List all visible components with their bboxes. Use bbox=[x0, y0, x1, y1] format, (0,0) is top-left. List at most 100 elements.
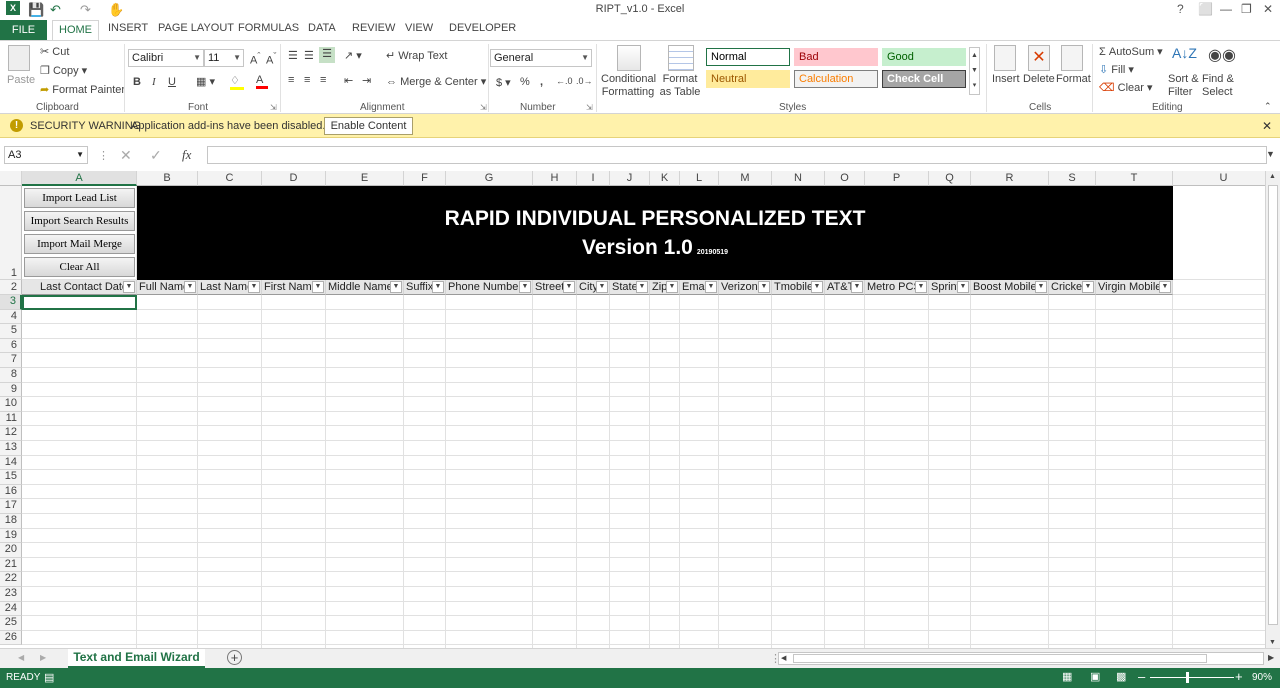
format-as-table-icon[interactable] bbox=[668, 45, 694, 71]
import-mail-merge-button[interactable]: Import Mail Merge bbox=[24, 234, 135, 254]
increase-decimal-icon[interactable]: ←.0 bbox=[556, 76, 573, 86]
font-size-select[interactable]: 11 ▼ bbox=[204, 49, 244, 67]
fill-button[interactable]: ⇩ Fill ▾ bbox=[1099, 63, 1134, 76]
filter-dropdown-icon[interactable]: ▼ bbox=[957, 281, 969, 293]
decrease-indent-icon[interactable]: ⇤ bbox=[344, 74, 353, 87]
help-icon[interactable]: ? bbox=[1177, 2, 1184, 16]
filter-dropdown-icon[interactable]: ▼ bbox=[666, 281, 678, 293]
table-header-cell[interactable]: Middle Name ▼ bbox=[326, 280, 404, 295]
scroll-left-icon[interactable]: ◀ bbox=[781, 654, 786, 662]
insert-cells-icon[interactable] bbox=[994, 45, 1016, 71]
sort-filter-icon[interactable]: A↓Z bbox=[1172, 45, 1197, 61]
confirm-entry-icon[interactable]: ✓ bbox=[150, 147, 162, 164]
filter-dropdown-icon[interactable]: ▼ bbox=[312, 281, 324, 293]
row-header-10[interactable]: 10 bbox=[0, 397, 22, 412]
clear-all-button[interactable]: Clear All bbox=[24, 257, 135, 277]
column-header-n[interactable]: N bbox=[772, 171, 825, 186]
table-header-cell[interactable]: Phone Number ▼ bbox=[446, 280, 533, 295]
format-painter-button[interactable]: ➦ Format Painter bbox=[40, 83, 125, 96]
table-header-cell[interactable]: Email ▼ bbox=[680, 280, 719, 295]
page-break-view-icon[interactable]: ▩ bbox=[1116, 670, 1126, 683]
italic-button[interactable]: I bbox=[152, 76, 156, 88]
scroll-right-icon[interactable]: ▶ bbox=[1268, 653, 1274, 662]
decrease-decimal-icon[interactable]: .0→ bbox=[576, 76, 593, 86]
tab-view[interactable]: VIEW bbox=[399, 22, 439, 34]
prev-sheet-icon[interactable]: ◀ bbox=[18, 653, 24, 662]
row-header-1[interactable]: 1 bbox=[0, 186, 22, 280]
row-header-20[interactable]: 20 bbox=[0, 543, 22, 558]
column-header-e[interactable]: E bbox=[326, 171, 404, 186]
table-header-cell[interactable]: Full Name ▼ bbox=[137, 280, 198, 295]
align-center-icon[interactable]: ≡ bbox=[304, 74, 310, 86]
autosum-button[interactable]: Σ AutoSum ▾ bbox=[1099, 45, 1163, 58]
wrap-text-button[interactable]: ↵ Wrap Text bbox=[386, 49, 447, 62]
row-header-24[interactable]: 24 bbox=[0, 601, 22, 617]
tab-data[interactable]: DATA bbox=[302, 22, 342, 34]
style-normal[interactable]: Normal bbox=[706, 48, 790, 66]
insert-function-icon[interactable]: fx bbox=[182, 147, 191, 163]
row-header-18[interactable]: 18 bbox=[0, 514, 22, 529]
macro-record-icon[interactable]: ▤ bbox=[44, 671, 54, 684]
column-header-g[interactable]: G bbox=[446, 171, 533, 186]
column-header-k[interactable]: K bbox=[650, 171, 680, 186]
column-header-t[interactable]: T bbox=[1096, 171, 1173, 186]
conditional-formatting-icon[interactable] bbox=[617, 45, 641, 71]
ribbon-display-icon[interactable]: ⬜ bbox=[1198, 2, 1213, 16]
format-cells-icon[interactable] bbox=[1061, 45, 1083, 71]
fill-color-button[interactable]: ♢ bbox=[230, 74, 244, 90]
style-neutral[interactable]: Neutral bbox=[706, 70, 790, 88]
table-header-cell[interactable]: Metro PCS ▼ bbox=[865, 280, 929, 295]
column-header-l[interactable]: L bbox=[680, 171, 719, 186]
active-cell[interactable] bbox=[22, 295, 137, 310]
close-icon[interactable]: ✕ bbox=[1263, 2, 1273, 16]
column-header-a[interactable]: A bbox=[22, 171, 137, 186]
font-launcher-icon[interactable]: ⇲ bbox=[270, 103, 277, 112]
percent-button[interactable]: % bbox=[520, 76, 530, 88]
row-header-17[interactable]: 17 bbox=[0, 499, 22, 514]
column-header-c[interactable]: C bbox=[198, 171, 262, 186]
scroll-up-icon[interactable]: ▲ bbox=[1269, 173, 1276, 180]
insert-cells-button[interactable]: Insert bbox=[992, 73, 1020, 85]
filter-dropdown-icon[interactable]: ▼ bbox=[390, 281, 402, 293]
table-header-cell[interactable]: Zip ▼ bbox=[650, 280, 680, 295]
style-check-cell[interactable]: Check Cell bbox=[882, 70, 966, 88]
page-layout-view-icon[interactable]: ▣ bbox=[1090, 670, 1100, 683]
next-sheet-icon[interactable]: ▶ bbox=[40, 653, 46, 662]
row-header-8[interactable]: 8 bbox=[0, 368, 22, 383]
row-header-14[interactable]: 14 bbox=[0, 455, 22, 471]
row-header-2[interactable]: 2 bbox=[0, 280, 22, 295]
number-launcher-icon[interactable]: ⇲ bbox=[586, 103, 593, 112]
filter-dropdown-icon[interactable]: ▼ bbox=[851, 281, 863, 293]
paste-button[interactable]: Paste bbox=[7, 74, 35, 86]
table-header-cell[interactable]: First Name ▼ bbox=[262, 280, 326, 295]
merge-center-button[interactable]: ⇔ Merge & Center ▾ bbox=[386, 75, 486, 88]
table-header-cell[interactable]: City ▼ bbox=[577, 280, 610, 295]
column-header-o[interactable]: O bbox=[825, 171, 865, 186]
table-header-cell[interactable]: Last Name ▼ bbox=[198, 280, 262, 295]
filter-dropdown-icon[interactable]: ▼ bbox=[563, 281, 575, 293]
row-header-13[interactable]: 13 bbox=[0, 441, 22, 456]
vertical-scrollbar[interactable]: ▲ ▼ bbox=[1265, 171, 1280, 648]
expand-formula-icon[interactable]: ▼ bbox=[1266, 149, 1275, 159]
font-color-button[interactable]: A bbox=[256, 74, 268, 89]
row-header-5[interactable]: 5 bbox=[0, 324, 22, 339]
comma-button[interactable]: , bbox=[540, 76, 543, 88]
filter-dropdown-icon[interactable]: ▼ bbox=[1159, 281, 1171, 293]
row-header-26[interactable]: 26 bbox=[0, 630, 22, 646]
horizontal-scrollbar[interactable]: ◀ bbox=[778, 652, 1264, 665]
format-as-table-button[interactable]: Format as Table bbox=[658, 73, 702, 99]
tab-file[interactable]: FILE bbox=[0, 20, 47, 40]
row-header-11[interactable]: 11 bbox=[0, 411, 22, 427]
table-header-cell[interactable]: Verizon ▼ bbox=[719, 280, 772, 295]
row-header-6[interactable]: 6 bbox=[0, 338, 22, 354]
style-calculation[interactable]: Calculation bbox=[794, 70, 878, 88]
column-header-m[interactable]: M bbox=[719, 171, 772, 186]
column-header-h[interactable]: H bbox=[533, 171, 577, 186]
import-lead-list-button[interactable]: Import Lead List bbox=[24, 188, 135, 208]
underline-button[interactable]: U bbox=[168, 76, 176, 88]
column-header-d[interactable]: D bbox=[262, 171, 326, 186]
style-bad[interactable]: Bad bbox=[794, 48, 878, 66]
clear-button[interactable]: ⌫ Clear ▾ bbox=[1099, 81, 1153, 94]
row-header-7[interactable]: 7 bbox=[0, 353, 22, 368]
delete-cells-icon[interactable]: ✕ bbox=[1028, 45, 1050, 71]
